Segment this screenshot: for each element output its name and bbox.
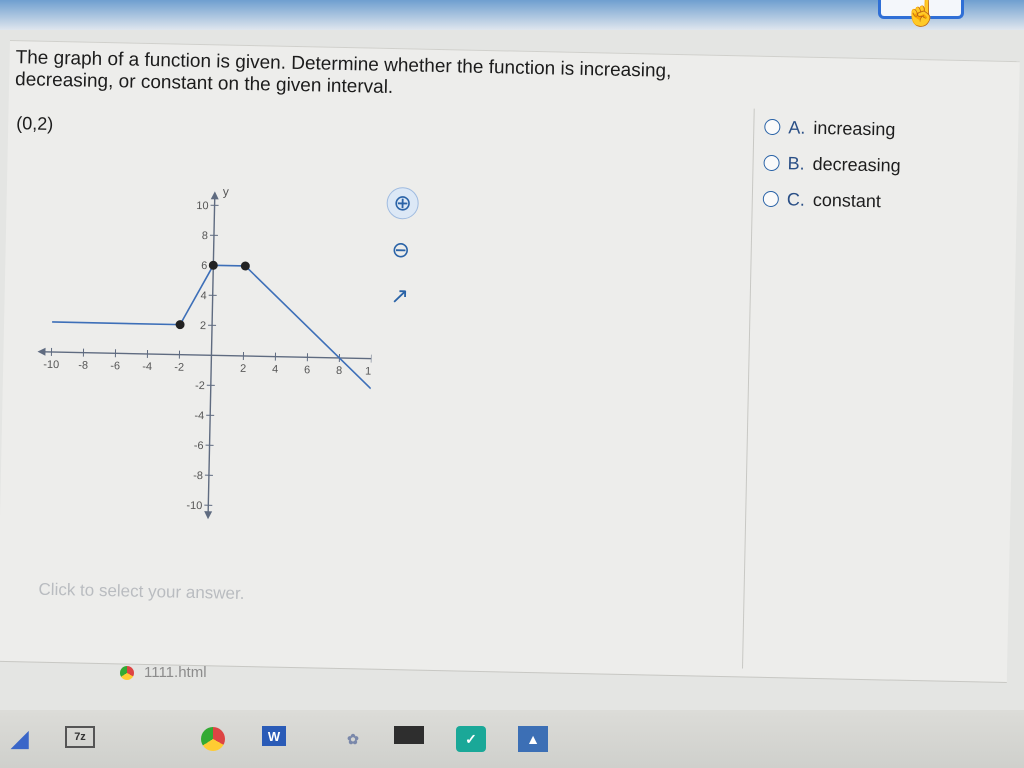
option-b[interactable]: B. decreasing bbox=[763, 145, 901, 184]
x-tick-label: -4 bbox=[142, 361, 152, 373]
question-panel: The graph of a function is given. Determ… bbox=[0, 40, 1020, 684]
answer-options: A. increasing B. decreasing C. constant bbox=[741, 108, 902, 672]
y-tick-label: 6 bbox=[201, 260, 207, 272]
y-axis-arrow-up bbox=[210, 191, 219, 200]
x-tick-label: 8 bbox=[336, 365, 342, 377]
y-axis-label: y bbox=[223, 184, 229, 198]
x-tick-label: -2 bbox=[174, 362, 184, 374]
chrome-taskbar-icon[interactable] bbox=[198, 726, 228, 752]
terminal-icon[interactable] bbox=[394, 726, 424, 744]
word-icon[interactable]: W bbox=[262, 726, 286, 746]
seven-zip-icon[interactable]: 7z bbox=[65, 726, 95, 748]
graph-point bbox=[175, 320, 185, 330]
graph-tools: ⊕ ⊖ ↗ bbox=[384, 186, 421, 328]
chrome-icon bbox=[120, 665, 134, 680]
option-a[interactable]: A. increasing bbox=[764, 109, 902, 148]
flower-app-icon[interactable]: ✿ bbox=[338, 726, 368, 752]
y-tick-label: -8 bbox=[193, 470, 203, 482]
x-tick-label: -8 bbox=[78, 360, 88, 372]
y-tick-label: 4 bbox=[200, 290, 206, 302]
option-c-letter: C. bbox=[786, 188, 806, 210]
y-tick-label: -4 bbox=[194, 410, 204, 422]
hand-cursor-icon: ☝ bbox=[904, 0, 939, 27]
x-tick-label: 6 bbox=[304, 364, 310, 376]
y-tick-label: 2 bbox=[200, 320, 206, 332]
graph-segment bbox=[52, 321, 181, 326]
x-axis bbox=[43, 351, 380, 360]
option-a-letter: A. bbox=[788, 116, 806, 138]
question-interval: (0,2) bbox=[16, 113, 54, 134]
function-graph: -10-8-6-4-2246810-10-8-6-4-2246810yx bbox=[28, 162, 388, 534]
graph-segment bbox=[179, 264, 215, 326]
y-tick-label: 8 bbox=[202, 230, 208, 242]
taskbar: ◢ 7z W ✿ ✓ ▲ bbox=[0, 710, 1024, 768]
option-b-label: decreasing bbox=[812, 153, 901, 176]
x-tick-label: -10 bbox=[43, 359, 59, 371]
question-text: The graph of a function is given. Determ… bbox=[14, 47, 672, 99]
zoom-in-icon[interactable]: ⊕ bbox=[386, 186, 419, 220]
option-c-label: constant bbox=[812, 189, 882, 211]
option-c[interactable]: C. constant bbox=[762, 181, 900, 220]
zoom-out-icon[interactable]: ⊖ bbox=[385, 235, 416, 266]
chrome-logo-icon bbox=[201, 727, 225, 751]
external-link-icon[interactable]: ↗ bbox=[384, 281, 415, 312]
graph-segment bbox=[213, 264, 246, 267]
y-tick-label: -10 bbox=[186, 500, 202, 512]
downloaded-file-name[interactable]: 1111.html bbox=[144, 664, 207, 681]
graph-point bbox=[208, 260, 218, 270]
y-axis-arrow-down bbox=[204, 511, 213, 520]
option-a-label: increasing bbox=[813, 117, 896, 140]
photos-app-icon[interactable]: ▲ bbox=[518, 726, 548, 752]
checkmark-app-icon[interactable]: ✓ bbox=[456, 726, 486, 752]
x-tick-label: 10 bbox=[365, 366, 376, 378]
x-tick-label: -6 bbox=[110, 360, 120, 372]
answer-placeholder: Click to select your answer. bbox=[38, 579, 245, 604]
y-tick-label: -6 bbox=[194, 440, 204, 452]
y-tick-label: 10 bbox=[196, 200, 208, 212]
option-b-letter: B. bbox=[787, 152, 805, 174]
radio-b[interactable] bbox=[763, 154, 780, 172]
download-bar: 1111.html bbox=[120, 664, 207, 681]
taskbar-app-icon[interactable]: ◢ bbox=[5, 726, 35, 752]
radio-c[interactable] bbox=[762, 190, 780, 208]
browser-top-bar: ☝ bbox=[0, 0, 1024, 30]
x-tick-label: 4 bbox=[272, 364, 278, 376]
x-tick-label: 2 bbox=[240, 363, 246, 375]
y-tick-label: -2 bbox=[195, 380, 205, 392]
x-axis-arrow-left bbox=[37, 347, 46, 356]
radio-a[interactable] bbox=[764, 118, 781, 136]
function-graph-svg: -10-8-6-4-2246810-10-8-6-4-2246810yx bbox=[37, 184, 388, 520]
